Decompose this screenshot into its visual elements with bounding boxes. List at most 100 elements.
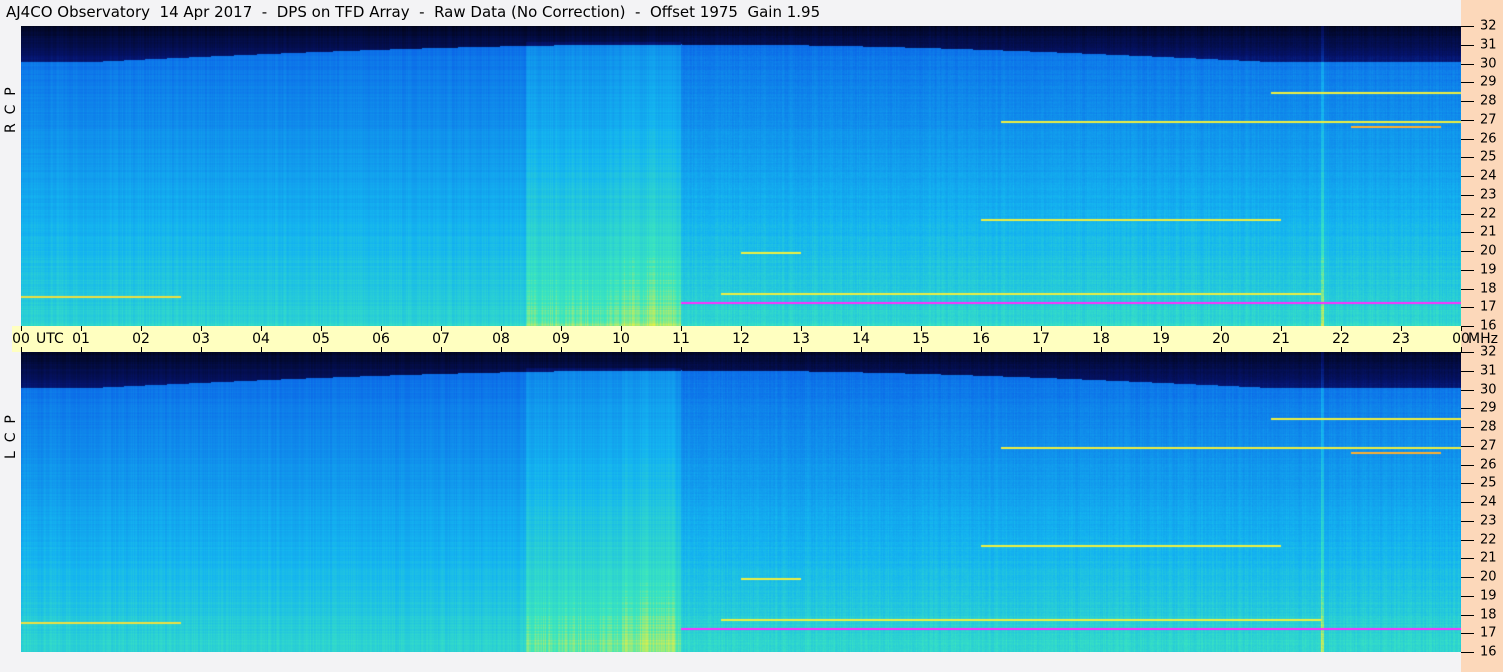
y-tick [1461,352,1474,353]
y-tick-label: 27 [1480,438,1497,454]
x-tick-label: 06 [372,331,390,347]
y-tick [1461,270,1474,271]
x-axis-label: UTC [36,331,64,347]
x-tick [381,347,382,352]
y-tick [1461,502,1474,503]
y-tick [1461,577,1474,578]
x-tick-label: 09 [552,331,570,347]
x-tick [1161,347,1162,352]
y-tick-label: 32 [1480,344,1497,360]
x-tick [801,347,802,352]
x-tick-label: 12 [732,331,750,347]
x-tick-label: 19 [1152,331,1170,347]
x-tick-label: 17 [1032,331,1050,347]
y-tick-label: 18 [1480,607,1497,623]
y-tick-label: 31 [1480,363,1497,379]
x-tick [261,347,262,352]
lcp-spectrogram [21,352,1461,652]
y-tick-label: 27 [1480,112,1497,128]
x-tick-label: 11 [672,331,690,347]
x-tick [81,347,82,352]
y-tick-label: 28 [1480,93,1497,109]
x-tick-label: 00 [1452,331,1470,347]
y-tick-label: 17 [1480,299,1497,315]
x-tick [501,347,502,352]
x-tick [861,347,862,352]
x-tick-label: 14 [852,331,870,347]
y-tick-label: 23 [1480,513,1497,529]
x-tick-label: 10 [612,331,630,347]
y-tick [1461,139,1474,140]
y-tick [1461,408,1474,409]
y-tick [1461,615,1474,616]
y-tick-label: 17 [1480,625,1497,641]
y-tick-label: 16 [1480,644,1497,660]
y-tick-label: 20 [1480,243,1497,259]
x-tick [1401,347,1402,352]
x-tick [621,347,622,352]
y-tick-label: 29 [1480,400,1497,416]
y-tick-label: 30 [1480,56,1497,72]
x-tick [141,347,142,352]
y-tick [1461,558,1474,559]
x-tick [741,347,742,352]
y-tick-label: 19 [1480,262,1497,278]
x-tick [441,347,442,352]
x-tick-label: 01 [72,331,90,347]
y-tick-label: 20 [1480,569,1497,585]
spectrogram-canvas [21,26,1461,326]
y-tick-label: 21 [1480,224,1497,240]
y-tick [1461,157,1474,158]
y-tick-label: 16 [1480,318,1497,334]
y-tick-label: 18 [1480,281,1497,297]
x-tick-label: 20 [1212,331,1230,347]
x-tick-label: 03 [192,331,210,347]
y-tick [1461,483,1474,484]
x-tick-label: 16 [972,331,990,347]
y-tick [1461,596,1474,597]
y-tick [1461,26,1474,27]
x-tick [681,347,682,352]
y-tick [1461,120,1474,121]
x-tick [981,347,982,352]
x-tick-label: 05 [312,331,330,347]
y-tick [1461,633,1474,634]
y-tick [1461,195,1474,196]
x-tick-label: 18 [1092,331,1110,347]
y-tick [1461,101,1474,102]
x-tick-label: 13 [792,331,810,347]
x-tick [201,347,202,352]
x-tick-label: 00 [12,331,30,347]
y-tick-label: 28 [1480,419,1497,435]
chart-title: AJ4CO Observatory 14 Apr 2017 - DPS on T… [6,3,821,21]
x-tick [1101,347,1102,352]
x-tick-label: 22 [1332,331,1350,347]
rcp-spectrogram [21,26,1461,326]
y-tick-label: 19 [1480,588,1497,604]
x-tick-label: 15 [912,331,930,347]
y-tick-label: 22 [1480,532,1497,548]
y-tick [1461,371,1474,372]
y-tick [1461,326,1474,327]
x-tick [561,347,562,352]
x-tick-label: 02 [132,331,150,347]
y-tick [1461,446,1474,447]
x-tick [1041,347,1042,352]
x-tick-label: 08 [492,331,510,347]
y-tick [1461,390,1474,391]
y-tick [1461,232,1474,233]
y-tick [1461,251,1474,252]
y-tick [1461,465,1474,466]
y-tick [1461,540,1474,541]
y-tick-label: 25 [1480,475,1497,491]
y-tick [1461,307,1474,308]
lcp-label: L C P [3,415,19,459]
y-tick-label: 22 [1480,206,1497,222]
y-tick-label: 26 [1480,131,1497,147]
y-tick [1461,652,1474,653]
x-tick-label: 07 [432,331,450,347]
x-tick [921,347,922,352]
spectrogram-canvas [21,352,1461,652]
y-tick [1461,289,1474,290]
y-tick [1461,427,1474,428]
